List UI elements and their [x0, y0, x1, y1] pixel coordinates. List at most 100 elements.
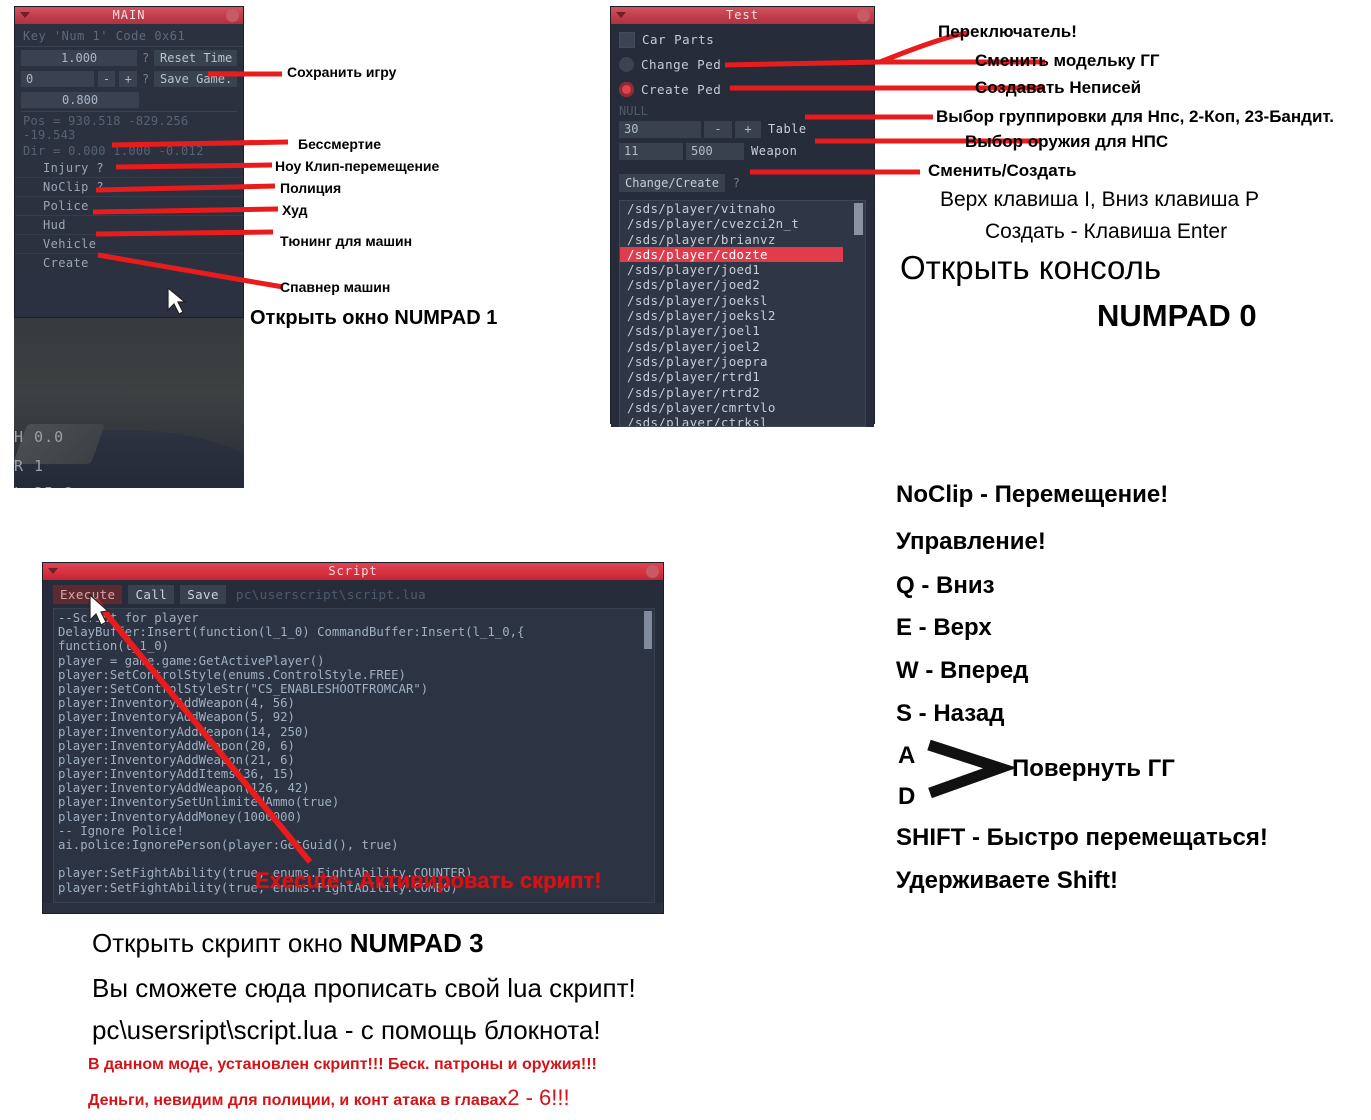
car-parts-row[interactable]: Car Parts	[611, 27, 874, 52]
save-slot-field[interactable]: 0	[21, 70, 94, 87]
script-window: Script Execute Call Save pc\userscript\s…	[42, 562, 664, 914]
save-game-help-icon[interactable]: ?	[141, 72, 150, 86]
table-minus-button[interactable]: -	[704, 120, 732, 138]
script-path-label: pc\userscript\script.lua	[235, 587, 427, 602]
save-slot-minus-button[interactable]: -	[97, 70, 116, 87]
menu-item-injury[interactable]: Injury ?	[15, 159, 243, 178]
list-item[interactable]: /sds/player/cmrtvlo	[620, 400, 865, 415]
menu-item-create[interactable]: Create	[15, 254, 243, 272]
list-item[interactable]: /sds/player/rtrd1	[620, 369, 865, 384]
list-item-selected[interactable]: /sds/player/cdozte	[620, 246, 843, 263]
menu-item-vehicle[interactable]: Vehicle	[15, 235, 243, 254]
null-label: NULL	[619, 104, 648, 118]
game-viewport-backdrop: H 0.0 R 1 L 35.2	[14, 318, 244, 488]
code-line: player:InventoryAddWeapon(5, 92)	[58, 710, 295, 725]
annotation-noclip: Ноу Клип-перемещение	[275, 158, 440, 174]
third-value-field[interactable]: 0.800	[21, 91, 139, 108]
test-window: Test Car Parts Change Ped Create Ped NUL…	[610, 6, 875, 427]
change-ped-row[interactable]: Change Ped	[611, 52, 874, 77]
save-button[interactable]: Save	[180, 585, 226, 604]
position-readout: Pos = 930.518 -829.256 -19.543	[23, 114, 189, 142]
script-window-titlebar[interactable]: Script	[43, 563, 663, 580]
list-item[interactable]: /sds/player/joed2	[620, 277, 865, 292]
annotation-script-line3: pc\usersript\script.lua - с помощь блокн…	[92, 1015, 601, 1045]
code-line: --Script for player	[58, 611, 199, 625]
table-value-field[interactable]: 30	[619, 120, 701, 138]
annotation-script-red1: В данном моде, установлен скрипт!!! Беск…	[88, 1056, 597, 1073]
create-ped-row[interactable]: Create Ped	[611, 77, 874, 102]
time-scale-help-icon[interactable]: ?	[141, 51, 150, 65]
call-button[interactable]: Call	[128, 585, 175, 604]
change-ped-label: Change Ped	[641, 57, 722, 72]
list-item[interactable]: /sds/player/joepra	[620, 354, 865, 369]
time-scale-field[interactable]: 1.000	[21, 49, 138, 66]
change-create-button[interactable]: Change/Create	[619, 174, 725, 192]
create-ped-label: Create Ped	[641, 82, 722, 97]
annotation-open-console: Открыть консоль	[900, 249, 1162, 286]
list-item[interactable]: /sds/player/vitnaho	[620, 201, 865, 216]
annotation-police: Полиция	[280, 180, 342, 196]
annotation-change-ped: Сменить модельку ГГ	[975, 51, 1160, 70]
main-divider	[21, 111, 237, 112]
weapon-id-field[interactable]: 11	[619, 142, 683, 160]
list-scrollbar[interactable]	[854, 203, 863, 235]
list-item[interactable]: /sds/player/joel2	[620, 339, 865, 354]
car-parts-checkbox[interactable]	[619, 31, 635, 48]
ped-model-list[interactable]: /sds/player/vitnaho /sds/player/cvezci2n…	[619, 200, 866, 427]
annotation-noclip-title: NoClip - Перемещение!	[896, 481, 1169, 508]
reset-time-button[interactable]: Reset Time	[154, 49, 237, 66]
code-scrollbar[interactable]	[644, 611, 652, 649]
execute-button[interactable]: Execute	[53, 585, 123, 604]
hud-line-1: H 0.0	[14, 428, 65, 446]
list-item[interactable]: /sds/player/joeksl	[620, 293, 865, 308]
list-item[interactable]: /sds/player/cvezci2n_t	[620, 216, 865, 231]
close-dot-icon[interactable]	[857, 9, 870, 22]
annotation-injury: Бессмертие	[298, 136, 381, 152]
annotation-execute: Execute - Активировать скрипт!	[255, 868, 602, 893]
annotation-switch: Переключатель!	[938, 22, 1077, 41]
close-dot-icon[interactable]	[226, 9, 239, 22]
annotation-key-w: W - Вперед	[896, 657, 1029, 684]
create-ped-radio[interactable]	[619, 82, 634, 97]
list-item[interactable]: /sds/player/joel1	[620, 323, 865, 338]
weapon-row: 11 500 Weapon	[611, 140, 874, 162]
annotation-key-a: A	[898, 742, 916, 769]
menu-item-noclip[interactable]: NoClip ?	[15, 178, 243, 197]
hud-line-3: L 35.2	[14, 484, 74, 488]
main-window: MAIN Key 'Num 1' Code 0x61 1.000 ? Reset…	[14, 6, 244, 318]
list-item[interactable]: /sds/player/joed1	[620, 262, 865, 277]
annotation-open-script-line: Открыть скрипт окно NUMPAD 3	[92, 928, 484, 959]
main-window-titlebar[interactable]: MAIN	[15, 7, 243, 24]
list-item[interactable]: /sds/player/rtrd2	[620, 385, 865, 400]
save-slot-plus-button[interactable]: +	[119, 70, 138, 87]
weapon-ammo-field[interactable]: 500	[686, 142, 744, 160]
list-item[interactable]: /sds/player/joeksl2	[620, 308, 865, 323]
change-ped-radio[interactable]	[619, 57, 634, 72]
code-line: function(l_1_0)	[58, 639, 170, 654]
change-create-help-icon[interactable]: ?	[728, 176, 741, 190]
code-line: player:InventoryAddWeapon(4, 56)	[58, 696, 295, 711]
annotation-weapon: Выбор оружия для НПС	[965, 132, 1169, 151]
save-game-button[interactable]: Save Game.	[153, 70, 237, 87]
test-window-title: Test	[726, 8, 759, 22]
script-code-editor[interactable]: --Script for player DelayBuffer:Insert(f…	[53, 608, 655, 903]
list-item[interactable]: /sds/player/ctrksl	[620, 415, 865, 426]
script-window-body: Execute Call Save pc\userscript\script.l…	[43, 580, 663, 903]
collapse-caret-icon[interactable]	[616, 12, 626, 18]
menu-item-police[interactable]: Police	[15, 197, 243, 216]
table-plus-button[interactable]: +	[735, 120, 761, 138]
code-line: player:InventoryAddItems(36, 15)	[58, 767, 295, 782]
change-create-row: Change/Create ?	[611, 169, 874, 197]
collapse-caret-icon[interactable]	[48, 568, 58, 574]
menu-item-hud[interactable]: Hud	[15, 216, 243, 235]
annotation-rotate: Повернуть ГГ	[1012, 755, 1175, 782]
annotation-shift-2: Удерживаете Shift!	[896, 867, 1119, 894]
table-label: Table	[768, 122, 807, 136]
test-window-titlebar[interactable]: Test	[611, 7, 874, 24]
collapse-caret-icon[interactable]	[20, 12, 30, 18]
list-item[interactable]: /sds/player/brianvz	[620, 232, 865, 247]
third-value-row: 0.800	[15, 89, 243, 110]
annotation-numpad3: NUMPAD 3	[349, 928, 484, 958]
annotation-create: Спавнер машин	[280, 279, 391, 295]
close-dot-icon[interactable]	[646, 565, 659, 578]
